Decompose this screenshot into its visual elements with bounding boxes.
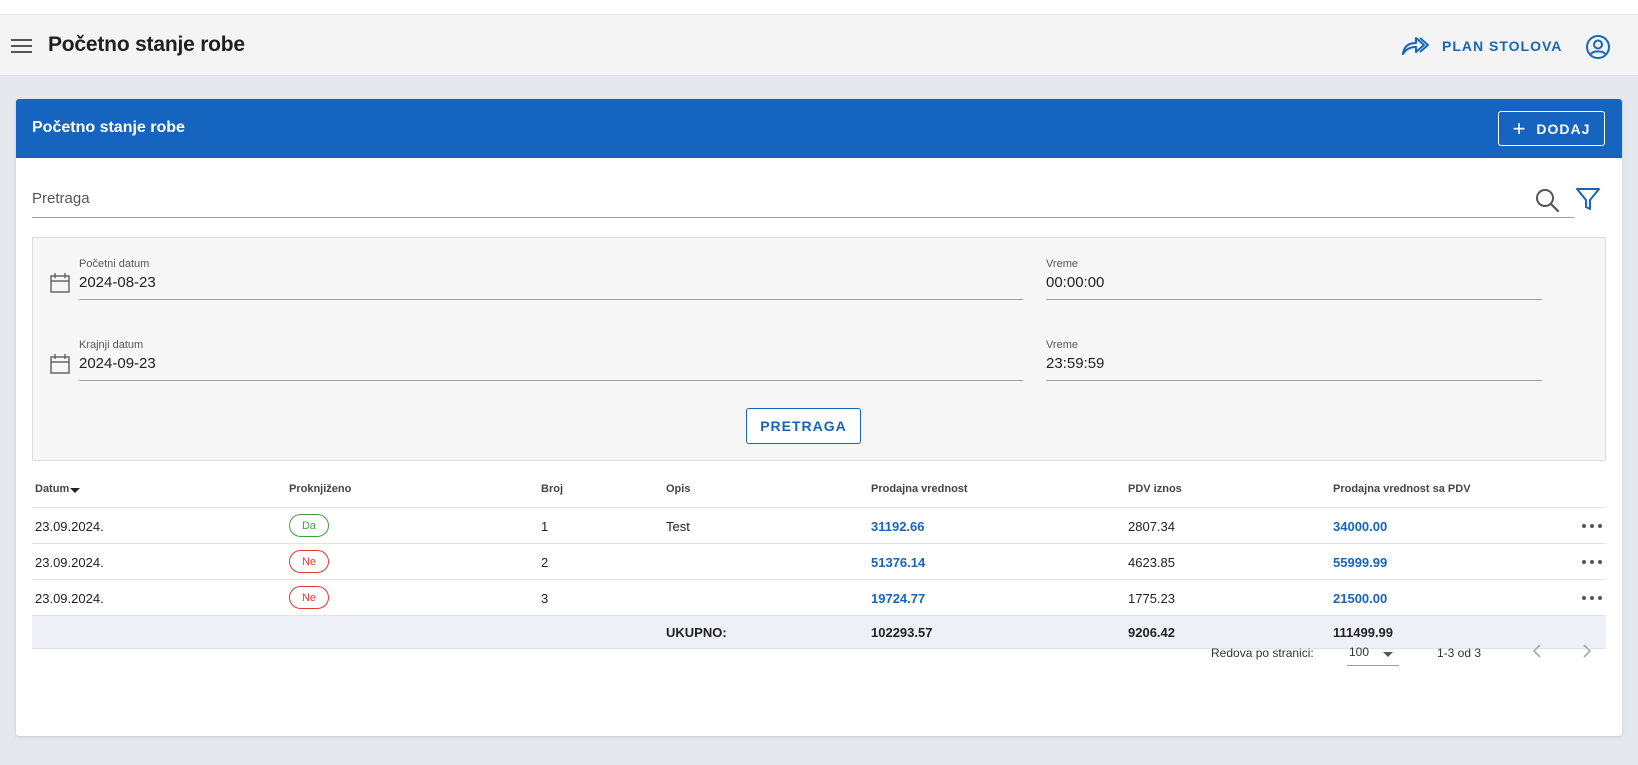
column-header-broj[interactable]: Broj [541, 483, 563, 495]
start-time-label: Vreme [1046, 258, 1078, 270]
end-date-field[interactable]: Krajnji datum 2024-09-23 [79, 339, 1023, 381]
sort-desc-icon [70, 488, 81, 493]
cell-prodajna-vrednost[interactable]: 19724.77 [871, 591, 925, 606]
start-date-field[interactable]: Početni datum 2024-08-23 [79, 258, 1023, 300]
cell-prodajna-sa-pdv[interactable]: 21500.00 [1333, 591, 1387, 606]
page-title: Početno stanje robe [48, 33, 245, 56]
cell-prodajna-sa-pdv[interactable]: 34000.00 [1333, 519, 1387, 534]
cell-broj: 1 [541, 519, 549, 534]
filter-icon[interactable] [1574, 185, 1602, 213]
filter-panel: Početni datum 2024-08-23 Vreme 00:00:00 … [32, 237, 1606, 461]
app-bar: Početno stanje robe PLAN STOLOVA [0, 14, 1638, 76]
end-time-value[interactable]: 23:59:59 [1046, 355, 1542, 381]
rows-per-page-label: Redova po stranici: [1211, 646, 1314, 660]
main-card: Početno stanje robe + DODAJ Početni datu… [16, 99, 1622, 736]
cell-datum: 23.09.2024. [35, 591, 104, 606]
rows-per-page-value: 100 [1349, 645, 1370, 659]
column-header-opis[interactable]: Opis [666, 483, 690, 495]
calendar-icon[interactable] [49, 272, 71, 294]
start-time-field[interactable]: Vreme 00:00:00 [1046, 258, 1542, 300]
status-badge: Ne [289, 550, 329, 573]
column-header-prodajna-vrednost[interactable]: Prodajna vrednost [871, 483, 968, 495]
pagination: Redova po stranici: 100 1-3 od 3 [16, 631, 1622, 671]
end-date-label: Krajnji datum [79, 339, 144, 351]
plan-stolova-button[interactable]: PLAN STOLOVA [1400, 31, 1562, 61]
column-header-label: Datum [35, 483, 70, 495]
search-icon[interactable] [1534, 187, 1560, 213]
data-table: Datum Proknjiženo Broj Opis Prodajna vre… [32, 472, 1606, 649]
more-options-icon[interactable] [1580, 519, 1604, 533]
cell-pdv-iznos: 1775.23 [1128, 591, 1175, 606]
cell-datum: 23.09.2024. [35, 555, 104, 570]
end-time-label: Vreme [1046, 339, 1078, 351]
cell-broj: 2 [541, 555, 549, 570]
chevron-left-icon[interactable] [1528, 641, 1548, 661]
chevron-right-icon[interactable] [1576, 641, 1596, 661]
table-row[interactable]: 23.09.2024. Ne 3 19724.77 1775.23 21500.… [32, 580, 1606, 616]
card-title: Početno stanje robe [32, 119, 185, 136]
account-icon[interactable] [1585, 34, 1611, 60]
card-header: Početno stanje robe + DODAJ [16, 99, 1622, 158]
page-range: 1-3 od 3 [1437, 646, 1482, 660]
table-header: Datum Proknjiženo Broj Opis Prodajna vre… [32, 472, 1606, 508]
pretraga-button[interactable]: PRETRAGA [746, 408, 861, 444]
more-options-icon[interactable] [1580, 591, 1604, 605]
end-time-field[interactable]: Vreme 23:59:59 [1046, 339, 1542, 381]
start-time-value[interactable]: 00:00:00 [1046, 274, 1542, 300]
menu-icon[interactable] [10, 36, 34, 56]
column-header-datum[interactable]: Datum [35, 483, 81, 495]
caret-down-icon [1383, 652, 1393, 657]
add-button[interactable]: + DODAJ [1498, 111, 1605, 146]
share-arrow-icon [1402, 37, 1429, 55]
cell-prodajna-sa-pdv[interactable]: 55999.99 [1333, 555, 1387, 570]
status-badge: Da [289, 514, 329, 537]
plan-stolova-label: PLAN STOLOVA [1442, 38, 1563, 54]
search-field [32, 179, 1574, 218]
calendar-icon[interactable] [49, 353, 71, 375]
cell-pdv-iznos: 4623.85 [1128, 555, 1175, 570]
column-header-proknjizeno[interactable]: Proknjiženo [289, 483, 351, 495]
cell-prodajna-vrednost[interactable]: 31192.66 [871, 519, 925, 534]
cell-prodajna-vrednost[interactable]: 51376.14 [871, 555, 925, 570]
table-row[interactable]: 23.09.2024. Ne 2 51376.14 4623.85 55999.… [32, 544, 1606, 580]
search-input[interactable] [32, 179, 1502, 217]
cell-opis: Test [666, 519, 690, 534]
cell-broj: 3 [541, 591, 549, 606]
cell-datum: 23.09.2024. [35, 519, 104, 534]
add-button-label: DODAJ [1536, 120, 1591, 137]
cell-pdv-iznos: 2807.34 [1128, 519, 1175, 534]
status-badge: Ne [289, 586, 329, 609]
column-header-prodajna-sa-pdv[interactable]: Prodajna vrednost sa PDV [1333, 483, 1471, 495]
top-strip [0, 0, 1638, 14]
table-row[interactable]: 23.09.2024. Da 1 Test 31192.66 2807.34 3… [32, 508, 1606, 544]
start-date-label: Početni datum [79, 258, 150, 270]
start-date-value[interactable]: 2024-08-23 [79, 274, 1023, 300]
end-date-value[interactable]: 2024-09-23 [79, 355, 1023, 381]
plus-icon: + [1512, 115, 1527, 141]
rows-per-page-select[interactable]: 100 [1347, 639, 1399, 666]
column-header-pdv-iznos[interactable]: PDV iznos [1128, 483, 1182, 495]
more-options-icon[interactable] [1580, 555, 1604, 569]
